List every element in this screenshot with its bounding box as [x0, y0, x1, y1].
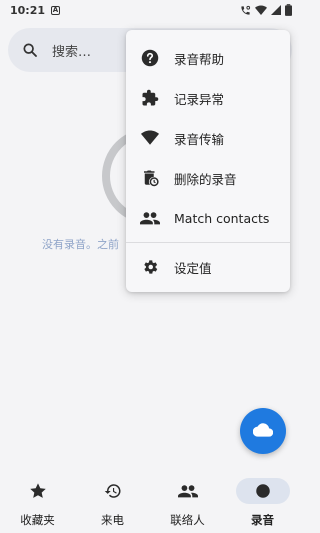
signal-icon [271, 5, 281, 15]
nav-label: 来电 [101, 513, 124, 527]
nav-label: 录音 [251, 513, 274, 527]
cloud-icon [252, 422, 274, 441]
history-icon [86, 478, 140, 504]
nav-label: 收藏夹 [20, 513, 55, 527]
status-time: 10:21 [10, 3, 46, 17]
call-recording-icon [240, 5, 251, 16]
wifi-icon [255, 5, 267, 16]
status-bar: 10:21 A [0, 0, 300, 20]
menu-item-recording-help[interactable]: 录音帮助 [126, 38, 290, 78]
nav-item-recordings[interactable]: 录音 [225, 470, 300, 533]
menu-item-label: 录音传输 [174, 131, 225, 147]
menu-item-label: 删除的录音 [174, 171, 237, 187]
nav-item-calls[interactable]: 来电 [75, 470, 150, 533]
menu-item-label: 录音帮助 [174, 51, 225, 67]
nav-item-favorites[interactable]: 收藏夹 [0, 470, 75, 533]
record-icon [235, 478, 290, 504]
battery-icon [285, 4, 292, 16]
menu-divider [126, 242, 290, 243]
empty-state-message: 没有录音。之前 [42, 238, 119, 251]
menu-item-recording-transfer[interactable]: 录音传输 [126, 118, 290, 158]
search-icon [22, 42, 38, 58]
overflow-menu: 录音帮助 记录异常 录音传输 删除的录音 Match contacts 设定值 [126, 30, 290, 292]
menu-item-log-exceptions[interactable]: 记录异常 [126, 78, 290, 118]
contacts-icon [161, 478, 215, 504]
bottom-navigation: 收藏夹 来电 联络人 录音 [0, 470, 300, 533]
nav-label: 联络人 [170, 513, 205, 527]
star-icon [11, 478, 65, 504]
search-input[interactable]: 搜索… [52, 41, 91, 60]
puzzle-icon [140, 88, 160, 108]
trash-clock-icon [140, 168, 160, 188]
contacts-icon [140, 208, 160, 228]
settings-icon [140, 257, 160, 277]
nav-item-contacts[interactable]: 联络人 [150, 470, 225, 533]
menu-item-settings[interactable]: 设定值 [126, 247, 290, 287]
menu-item-match-contacts[interactable]: Match contacts [126, 198, 290, 238]
menu-item-label: 设定值 [174, 260, 212, 276]
menu-item-deleted-recordings[interactable]: 删除的录音 [126, 158, 290, 198]
help-icon [140, 48, 160, 68]
wifi-icon [140, 128, 160, 148]
menu-item-label: 记录异常 [174, 91, 225, 107]
cloud-upload-button[interactable] [240, 408, 286, 454]
menu-item-label: Match contacts [174, 210, 270, 226]
status-icons [240, 4, 292, 16]
app-notification-icon: A [51, 5, 61, 15]
